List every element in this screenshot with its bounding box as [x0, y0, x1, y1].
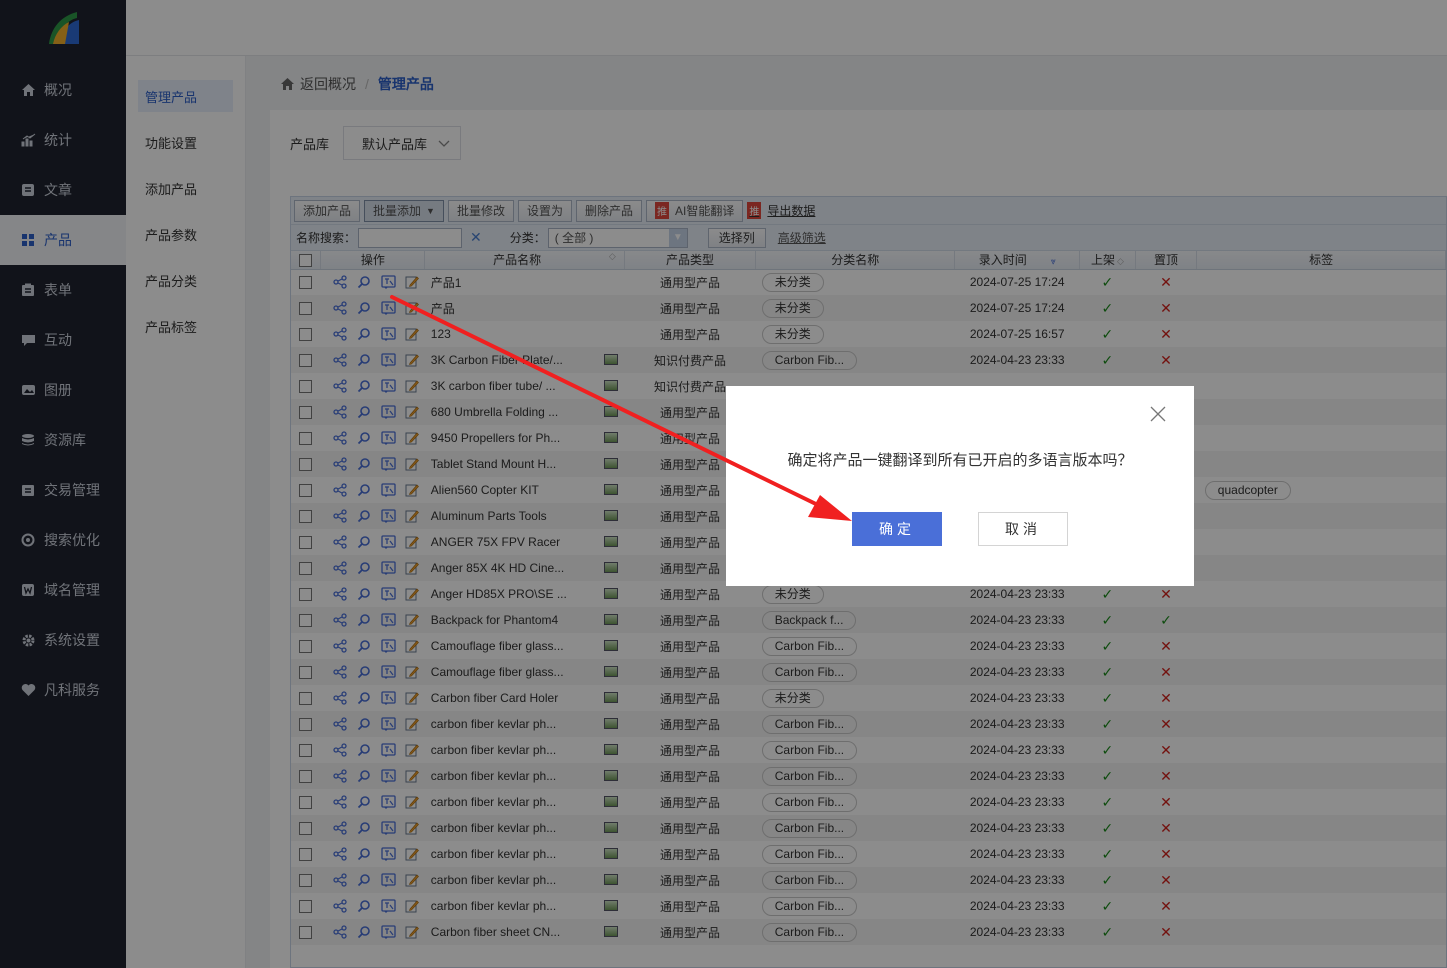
modal-overlay[interactable] [0, 0, 1447, 968]
cancel-button[interactable]: 取消 [978, 512, 1068, 546]
confirm-button[interactable]: 确定 [852, 512, 942, 546]
close-icon[interactable] [1148, 404, 1168, 424]
translate-confirm-dialog: 确定将产品一键翻译到所有已开启的多语言版本吗？ 确定 取消 [726, 386, 1194, 586]
dialog-message: 确定将产品一键翻译到所有已开启的多语言版本吗？ [787, 452, 1133, 469]
